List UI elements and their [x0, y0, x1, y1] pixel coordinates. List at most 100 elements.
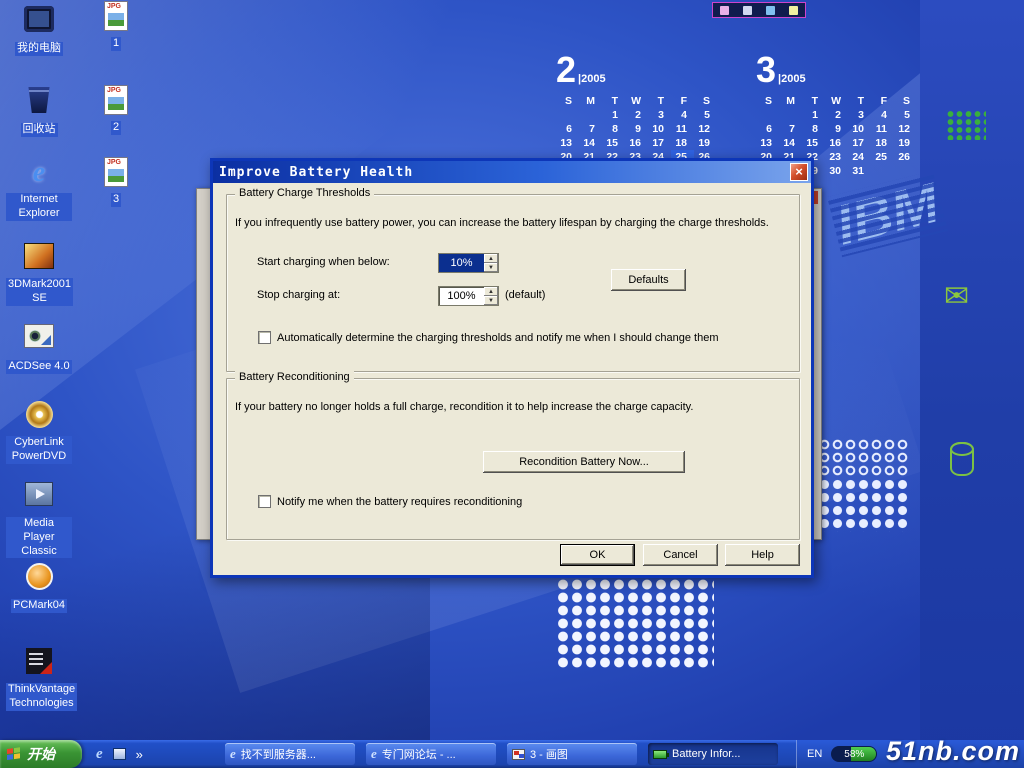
calendar-dow-cell: S — [556, 94, 579, 108]
calendar-date-cell: 3 — [848, 108, 871, 122]
calendar-date-cell — [779, 108, 802, 122]
taskbar-task-forum[interactable]: e 专门网论坛 - ... — [366, 743, 496, 765]
auto-determine-checkbox[interactable] — [258, 331, 271, 344]
volume-icon[interactable] — [743, 6, 752, 15]
desktop-icon-thinkvantage[interactable]: ThinkVantage Technologies — [6, 645, 72, 711]
stop-threshold-spinner[interactable]: 100% ▲ ▼ — [438, 286, 499, 306]
desktop-icon-my-computer[interactable]: 我的电脑 — [6, 4, 72, 56]
close-icon[interactable]: × — [790, 163, 808, 181]
trackpoint-icon[interactable] — [720, 6, 729, 15]
desktop-icon-3dmark2001[interactable]: 3DMark2001 SE — [6, 240, 72, 306]
calendar-date-cell: 8 — [802, 122, 825, 136]
battery-percent-label: 58% — [844, 749, 864, 760]
spin-up-button[interactable]: ▲ — [484, 254, 498, 263]
desktop-icon-label: 3 — [111, 193, 121, 207]
desktop-icon-jpg-3[interactable]: JPG 3 — [92, 156, 140, 207]
keypad-grid-icon — [946, 110, 986, 140]
calendar-dow-cell: W — [825, 94, 848, 108]
desktop-icon-label: PCMark04 — [11, 599, 67, 613]
display-icon[interactable] — [766, 6, 775, 15]
calendar-date-cell — [756, 108, 779, 122]
desktop-icon-recycle-bin[interactable]: 回收站 — [6, 84, 72, 137]
desktop-icon-jpg-1[interactable]: JPG 1 — [92, 0, 140, 51]
language-indicator[interactable]: EN — [807, 748, 822, 760]
calendar-date-cell: 16 — [625, 136, 648, 150]
desktop-icon-internet-explorer[interactable]: e Internet Explorer — [6, 158, 72, 221]
quick-launch-overflow-chevron[interactable]: » — [136, 747, 143, 762]
desktop-icon-acdsee[interactable]: ACDSee 4.0 — [6, 320, 72, 374]
defaults-button[interactable]: Defaults — [611, 269, 686, 291]
dialog-titlebar[interactable]: Improve Battery Health × — [213, 161, 811, 183]
start-button[interactable]: 开始 — [0, 740, 82, 768]
calendar-date-cell: 25 — [871, 150, 894, 164]
desktop-icon-media-player-classic[interactable]: Media Player Classic — [6, 478, 72, 559]
calendar-dow-cell: S — [894, 94, 917, 108]
dialog-title: Improve Battery Health — [219, 165, 413, 180]
recondition-battery-button[interactable]: Recondition Battery Now... — [483, 451, 685, 473]
close-glyph: × — [795, 164, 803, 179]
paint-icon — [512, 749, 525, 760]
keyboard-icon[interactable] — [789, 6, 798, 15]
desktop-icon-powerdvd[interactable]: CyberLink PowerDVD — [6, 398, 72, 464]
calendar-date-cell: 24 — [848, 150, 871, 164]
jpg-badge: JPG — [107, 159, 121, 166]
calendar-dow-cell: S — [694, 94, 717, 108]
spin-up-icon: ▲ — [488, 289, 494, 295]
quick-launch: e » — [96, 740, 143, 768]
show-desktop-icon[interactable] — [113, 748, 126, 760]
jpg-badge: JPG — [107, 3, 121, 10]
calendar-date-cell: 10 — [848, 122, 871, 136]
calendar-date-cell: 6 — [756, 122, 779, 136]
start-threshold-value: 10% — [439, 254, 484, 272]
start-charging-label: Start charging when below: — [257, 256, 390, 268]
notify-recondition-checkbox[interactable] — [258, 495, 271, 508]
windows-flag-icon — [7, 746, 22, 761]
calendar-date-cell: 9 — [825, 122, 848, 136]
desktop-icon-label: Internet Explorer — [6, 193, 72, 221]
calendar-date-cell — [894, 164, 917, 178]
start-button-label: 开始 — [27, 744, 55, 764]
desktop-icon-label: CyberLink PowerDVD — [6, 436, 72, 464]
taskbar: 开始 e » e 找不到服务器... e 专门网论坛 - ... 3 - 画图 … — [0, 740, 1024, 768]
calendar-date-cell — [556, 108, 579, 122]
calendar-date-cell: 5 — [694, 108, 717, 122]
calendar-date-cell: 23 — [825, 150, 848, 164]
top-toolbar[interactable] — [712, 2, 806, 18]
calendar-month-header: 2|2005 — [556, 52, 726, 90]
calendar-date-cell: 2 — [625, 108, 648, 122]
desktop-icon-pcmark04[interactable]: PCMark04 — [6, 560, 72, 613]
taskbar-task-battery-information[interactable]: Battery Infor... — [648, 743, 778, 765]
desktop-icon-jpg-2[interactable]: JPG 2 — [92, 84, 140, 135]
dot-grid-pattern — [818, 478, 910, 532]
calendar-year: |2005 — [578, 73, 606, 85]
calendar-year: |2005 — [778, 73, 806, 85]
cancel-button[interactable]: Cancel — [643, 544, 718, 566]
jpg-thumbnail — [108, 169, 124, 182]
jpg-thumbnail — [108, 13, 124, 26]
taskbar-tasks: e 找不到服务器... e 专门网论坛 - ... 3 - 画图 Battery… — [225, 743, 778, 765]
watermark-51nb: 51nb.com — [886, 736, 1020, 767]
start-threshold-spinner[interactable]: 10% ▲ ▼ — [438, 253, 499, 273]
taskbar-task-label: 专门网论坛 - ... — [382, 746, 456, 762]
calendar-dow-cell: T — [802, 94, 825, 108]
quick-launch-ie-icon[interactable]: e — [96, 746, 103, 763]
calendar-date-cell: 17 — [648, 136, 671, 150]
tray-battery-indicator[interactable]: 58% — [831, 746, 877, 762]
spin-up-button[interactable]: ▲ — [484, 287, 498, 296]
spin-down-button[interactable]: ▼ — [484, 263, 498, 272]
desktop-icon-label: ThinkVantage Technologies — [6, 683, 77, 711]
improve-battery-health-dialog: Improve Battery Health × Battery Charge … — [210, 158, 814, 578]
3dmark-icon — [21, 243, 57, 275]
taskbar-task-server-not-found[interactable]: e 找不到服务器... — [225, 743, 355, 765]
calendar-date-cell: 7 — [579, 122, 602, 136]
spin-down-button[interactable]: ▼ — [484, 296, 498, 305]
calendar-date-cell: 30 — [825, 164, 848, 178]
acdsee-icon — [21, 324, 57, 356]
taskbar-task-paint[interactable]: 3 - 画图 — [507, 743, 637, 765]
calendar-month-header: 3|2005 — [756, 52, 926, 90]
ok-button[interactable]: OK — [560, 544, 635, 566]
desktop-icon-label: 回收站 — [21, 123, 58, 137]
calendar-dow-cell: M — [579, 94, 602, 108]
help-button[interactable]: Help — [725, 544, 800, 566]
calendar-date-cell: 14 — [779, 136, 802, 150]
